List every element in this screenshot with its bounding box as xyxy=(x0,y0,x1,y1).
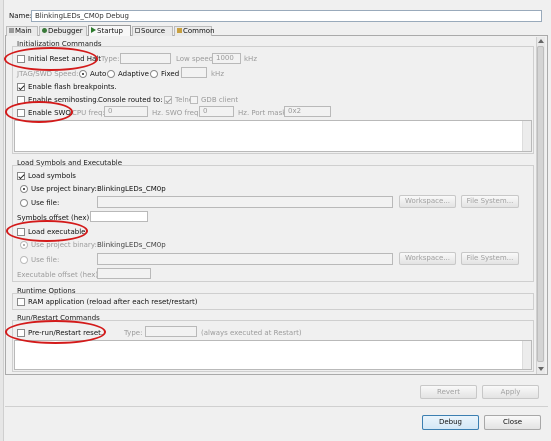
swo-freq-label: Hz. SWO freq: xyxy=(152,109,201,117)
init-textarea-scrollbar[interactable] xyxy=(522,121,531,151)
executable-offset-field[interactable] xyxy=(97,268,151,279)
tab-source-label: Source xyxy=(141,27,166,35)
filesystem-button[interactable]: File System... xyxy=(461,195,519,208)
use-project-binary-label: Use project binary: xyxy=(31,185,97,193)
ram-app-checkbox[interactable] xyxy=(17,298,25,306)
highlight-reset-halt xyxy=(4,47,98,71)
swo-freq-field[interactable]: 0 xyxy=(199,106,234,117)
tab-source[interactable]: Source xyxy=(132,26,173,36)
gdb-client-label: GDB client xyxy=(201,96,239,104)
auto-label: Auto xyxy=(90,70,107,78)
low-speed-label: Low speed: xyxy=(176,55,216,63)
use-project-binary-radio[interactable] xyxy=(20,185,28,193)
flash-bp-checkbox[interactable] xyxy=(17,83,25,91)
load-symbols-label: Load symbols xyxy=(28,172,76,180)
tab-debugger[interactable]: Debugger xyxy=(39,26,87,36)
name-label: Name: xyxy=(9,12,33,20)
low-speed-field[interactable]: 1000 xyxy=(212,53,241,64)
tab-common[interactable]: Common xyxy=(174,26,215,36)
gdb-client-checkbox[interactable] xyxy=(190,96,198,104)
always-executed-note: (always executed at Restart) xyxy=(201,329,302,337)
use-file-radio[interactable] xyxy=(20,199,28,207)
dialog-separator xyxy=(5,406,548,407)
scroll-up-icon[interactable] xyxy=(538,39,544,43)
revert-button[interactable]: Revert xyxy=(420,385,477,399)
khz-label: kHz xyxy=(244,55,257,63)
type-field[interactable] xyxy=(120,53,171,64)
fixed-radio[interactable] xyxy=(150,70,158,78)
apply-button[interactable]: Apply xyxy=(482,385,539,399)
load-symbols-checkbox[interactable] xyxy=(17,172,25,180)
window-border-left xyxy=(0,0,4,441)
highlight-prerun xyxy=(5,320,106,344)
fixed-label: Fixed xyxy=(161,70,180,78)
source-icon xyxy=(135,28,140,33)
fixed-speed-field[interactable] xyxy=(181,67,207,78)
init-commands-textarea[interactable] xyxy=(14,120,532,152)
main-tab-icon xyxy=(9,28,14,33)
console-routed-label: Console routed to: xyxy=(98,96,163,104)
scroll-thumb[interactable] xyxy=(537,46,544,362)
jtag-speed-label: JTAG/SWD Speed: xyxy=(17,70,79,78)
adaptive-label: Adaptive xyxy=(118,70,149,78)
bug-icon xyxy=(42,28,47,33)
telnet-checkbox[interactable] xyxy=(164,96,172,104)
symbols-file-field[interactable] xyxy=(97,196,393,208)
common-icon xyxy=(177,28,182,33)
use-file2-label: Use file: xyxy=(31,256,60,264)
highlight-swo xyxy=(5,101,73,123)
runrestart-textarea[interactable] xyxy=(14,340,532,370)
ram-app-label: RAM application (reload after each reset… xyxy=(28,298,198,306)
tab-common-label: Common xyxy=(183,27,215,35)
executable-offset-label: Executable offset (hex): xyxy=(17,271,101,279)
use-file-label: Use file: xyxy=(31,199,60,207)
adaptive-radio[interactable] xyxy=(107,70,115,78)
cpu-freq-label: CPU freq: xyxy=(72,109,105,117)
tab-main-label: Main xyxy=(15,27,32,35)
runrestart-textarea-scrollbar[interactable] xyxy=(522,341,531,369)
debug-button[interactable]: Debug xyxy=(422,415,479,430)
project-binary-value: BlinkingLEDs_CM0p xyxy=(97,185,166,193)
highlight-load-executable xyxy=(6,220,88,242)
executable-file-field[interactable] xyxy=(97,253,393,265)
use-project-binary2-radio[interactable] xyxy=(20,241,28,249)
project-binary2-value: BlinkingLEDs_CM0p xyxy=(97,241,166,249)
tab-debugger-label: Debugger xyxy=(48,27,83,35)
close-button[interactable]: Close xyxy=(484,415,541,430)
tab-startup-label: Startup xyxy=(97,27,123,35)
tab-main[interactable]: Main xyxy=(6,26,38,36)
flash-bp-label: Enable flash breakpoints. xyxy=(28,83,117,91)
use-project-binary2-label: Use project binary: xyxy=(31,241,97,249)
khz2-label: kHz xyxy=(211,70,224,78)
name-field[interactable]: BlinkingLEDs_CM0p Debug xyxy=(31,10,542,22)
port-mask-field[interactable]: 0x2 xyxy=(284,106,331,117)
workspace-button[interactable]: Workspace... xyxy=(399,195,456,208)
cpu-freq-field[interactable]: 0 xyxy=(104,106,148,117)
runrestart-type-field[interactable] xyxy=(145,326,197,337)
port-mask-label: Hz. Port mask: xyxy=(238,109,289,117)
type-label: Type: xyxy=(101,55,120,63)
workspace2-button[interactable]: Workspace... xyxy=(399,252,456,265)
play-icon xyxy=(91,27,96,33)
use-file2-radio[interactable] xyxy=(20,256,28,264)
auto-radio[interactable] xyxy=(79,70,87,78)
filesystem2-button[interactable]: File System... xyxy=(461,252,519,265)
symbols-offset-field[interactable] xyxy=(90,211,148,222)
runrestart-type-label: Type: xyxy=(124,329,143,337)
scroll-down-icon[interactable] xyxy=(538,367,544,371)
